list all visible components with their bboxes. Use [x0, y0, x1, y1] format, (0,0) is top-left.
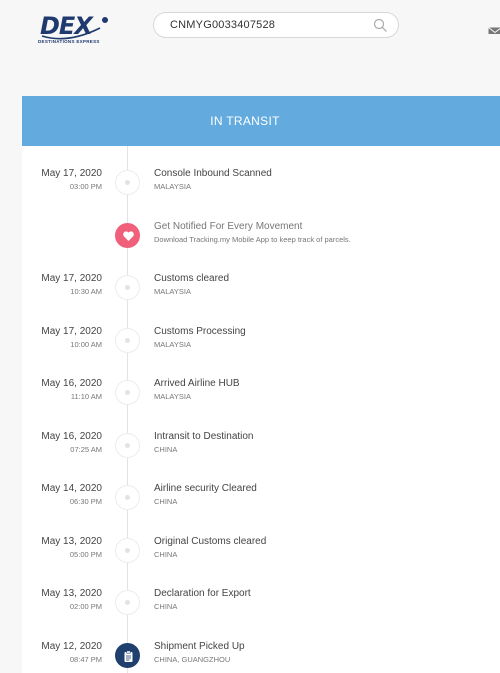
event-location: MALAYSIA	[154, 287, 191, 296]
promo-title: Get Notified For Every Movement	[154, 221, 303, 232]
status-label: IN TRANSIT	[210, 114, 280, 128]
status-bar: IN TRANSIT	[22, 96, 500, 146]
event-date: May 16, 2020 07:25 AM	[41, 431, 102, 454]
promo-description: Download Tracking.my Mobile App to keep …	[154, 235, 351, 244]
tracking-panel: IN TRANSIT May 17, 2020 03:00 PM Console…	[22, 96, 500, 673]
logo-tagline: DESTINATIONS EXPRESS	[38, 39, 100, 44]
event-date: May 17, 2020 10:00 AM	[41, 326, 102, 349]
event-date: May 17, 2020 03:00 PM	[41, 168, 102, 191]
dex-logo[interactable]: DEX DESTINATIONS EXPRESS	[38, 12, 118, 48]
timeline-event: May 16, 2020 11:10 AM Arrived Airline HU…	[22, 378, 500, 418]
event-location: MALAYSIA	[154, 392, 191, 401]
timeline-dot	[115, 590, 140, 615]
event-location: CHINA, GUANGZHOU	[154, 655, 231, 664]
timeline-dot	[115, 485, 140, 510]
timeline-event: May 12, 2020 08:47 PM Shipment Picked Up…	[22, 641, 500, 673]
event-location: CHINA	[154, 445, 178, 454]
mail-icon[interactable]	[488, 24, 500, 34]
event-details: Console Inbound Scanned MALAYSIA	[154, 168, 272, 192]
timeline-dot	[115, 380, 140, 405]
tracking-search-input[interactable]: CNMYG0033407528	[153, 12, 399, 38]
promo-details: Get Notified For Every Movement Download…	[154, 221, 351, 245]
event-title: Customs cleared	[154, 273, 230, 284]
timeline-event: May 17, 2020 10:00 AM Customs Processing…	[22, 326, 500, 366]
event-date: May 14, 2020 06:30 PM	[41, 483, 102, 506]
event-date: May 17, 2020 10:30 AM	[41, 273, 102, 296]
timeline-dot	[115, 538, 140, 563]
event-title: Arrived Airline HUB	[154, 378, 240, 389]
timeline-event: May 14, 2020 06:30 PM Airline security C…	[22, 483, 500, 523]
event-details: Customs cleared MALAYSIA	[154, 273, 229, 297]
event-location: CHINA	[154, 550, 178, 559]
logo-brand: DEX	[40, 12, 93, 40]
tracking-number[interactable]: CNMYG0033407528	[170, 19, 275, 31]
event-title: Intransit to Destination	[154, 431, 254, 442]
timeline-event: May 16, 2020 07:25 AM Intransit to Desti…	[22, 431, 500, 471]
timeline-dot	[115, 328, 140, 353]
event-date: May 16, 2020 11:10 AM	[41, 378, 102, 401]
event-location: MALAYSIA	[154, 182, 191, 191]
event-title: Console Inbound Scanned	[154, 168, 272, 179]
timeline-dot	[115, 275, 140, 300]
event-details: Arrived Airline HUB MALAYSIA	[154, 378, 240, 402]
timeline-dot	[115, 433, 140, 458]
event-details: Original Customs cleared CHINA	[154, 536, 266, 560]
search-icon[interactable]	[373, 18, 388, 33]
timeline-event: May 17, 2020 10:30 AM Customs cleared MA…	[22, 273, 500, 313]
event-title: Declaration for Export	[154, 588, 251, 599]
timeline-event: May 17, 2020 03:00 PM Console Inbound Sc…	[22, 168, 500, 208]
timeline-event: May 13, 2020 05:00 PM Original Customs c…	[22, 536, 500, 576]
timeline-dot	[115, 170, 140, 195]
event-title: Original Customs cleared	[154, 536, 267, 547]
app-promo[interactable]: Get Notified For Every Movement Download…	[22, 221, 500, 261]
event-date: May 13, 2020 05:00 PM	[41, 536, 102, 559]
timeline-event: May 13, 2020 02:00 PM Declaration for Ex…	[22, 588, 500, 628]
event-details: Airline security Cleared CHINA	[154, 483, 257, 507]
heart-icon	[115, 223, 140, 248]
event-location: CHINA	[154, 602, 178, 611]
event-title: Airline security Cleared	[154, 483, 257, 494]
event-details: Intransit to Destination CHINA	[154, 431, 254, 455]
event-details: Shipment Picked Up CHINA, GUANGZHOU	[154, 641, 245, 665]
event-details: Customs Processing MALAYSIA	[154, 326, 246, 350]
event-title: Customs Processing	[154, 326, 246, 337]
event-location: CHINA	[154, 497, 178, 506]
event-title: Shipment Picked Up	[154, 641, 245, 652]
header: DEX DESTINATIONS EXPRESS CNMYG0033407528	[0, 0, 500, 64]
event-date: May 12, 2020 08:47 PM	[41, 641, 102, 664]
event-date: May 13, 2020 02:00 PM	[41, 588, 102, 611]
event-details: Declaration for Export CHINA	[154, 588, 251, 612]
clipboard-icon	[115, 643, 140, 668]
event-location: MALAYSIA	[154, 340, 191, 349]
